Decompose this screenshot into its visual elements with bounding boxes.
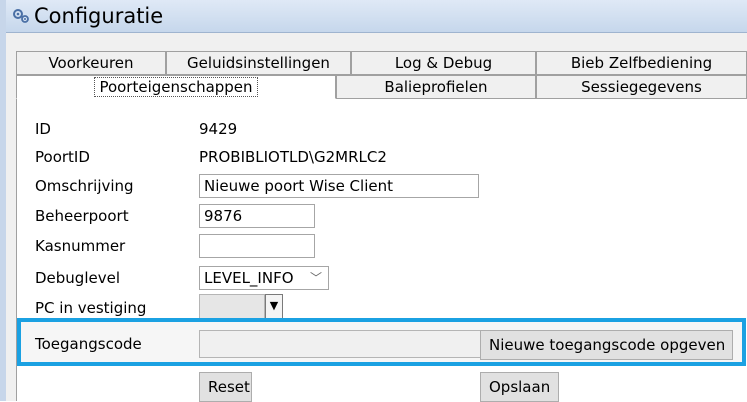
dropdown-arrow-icon[interactable]: ▼	[265, 294, 283, 320]
debuglevel-value: LEVEL_INFO	[204, 269, 294, 287]
poortid-value: PROBIBLIOTLD\G2MRLC2	[199, 148, 387, 166]
poortid-label: PoortID	[35, 148, 90, 166]
tab-sessiegegevens[interactable]: Sessiegegevens	[536, 75, 747, 99]
pc-in-vestiging-field[interactable]	[199, 294, 265, 320]
tab-label: Poorteigenschappen	[94, 77, 258, 97]
reset-button[interactable]: Reset	[199, 372, 252, 402]
tab-voorkeuren[interactable]: Voorkeuren	[16, 51, 166, 75]
save-button[interactable]: Opslaan	[480, 372, 559, 402]
new-access-code-button[interactable]: Nieuwe toegangscode opgeven	[480, 330, 733, 360]
omschrijving-label: Omschrijving	[35, 177, 134, 195]
id-label: ID	[35, 120, 51, 138]
gears-icon	[13, 9, 29, 23]
pc-in-vestiging-label: PC in vestiging	[35, 299, 147, 317]
tab-label: Sessiegegevens	[581, 78, 702, 96]
tab-label: Geluidsinstellingen	[187, 54, 330, 72]
beheerpoort-input[interactable]: 9876	[199, 204, 315, 228]
omschrijving-input[interactable]: Nieuwe poort Wise Client	[199, 174, 479, 198]
id-value: 9429	[199, 120, 238, 138]
tab-label: Voorkeuren	[48, 54, 134, 72]
beheerpoort-label: Beheerpoort	[35, 207, 129, 225]
tab-poorteigenschappen[interactable]: Poorteigenschappen	[16, 75, 336, 99]
tab-balieprofielen[interactable]: Balieprofielen	[336, 75, 536, 99]
window-left-edge	[0, 0, 6, 401]
tab-label: Log & Debug	[394, 54, 493, 72]
kasnummer-label: Kasnummer	[35, 237, 126, 255]
chevron-down-icon: ﹀	[309, 271, 322, 285]
toegangscode-input	[199, 330, 481, 358]
titlebar: Configuratie	[6, 0, 747, 33]
kasnummer-input[interactable]	[199, 234, 315, 258]
debuglevel-select[interactable]: LEVEL_INFO ﹀	[199, 266, 329, 290]
window-title: Configuratie	[34, 4, 164, 28]
debuglevel-label: Debuglevel	[35, 269, 120, 287]
tab-label: Balieprofielen	[384, 78, 488, 96]
tab-label: Bieb Zelfbediening	[570, 54, 713, 72]
pc-in-vestiging-combo[interactable]: ▼	[199, 294, 289, 320]
configuratie-window: Configuratie Voorkeuren Geluidsinstellin…	[0, 0, 747, 402]
tab-geluidsinstellingen[interactable]: Geluidsinstellingen	[166, 51, 351, 75]
tab-log-debug[interactable]: Log & Debug	[351, 51, 536, 75]
tab-bieb-zelfbediening[interactable]: Bieb Zelfbediening	[536, 51, 747, 75]
toegangscode-label: Toegangscode	[35, 335, 142, 353]
